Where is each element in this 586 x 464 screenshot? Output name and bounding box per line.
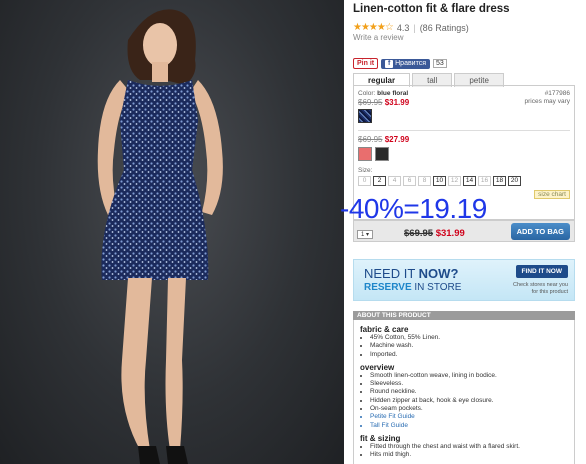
size-option-6[interactable]: 6 (403, 176, 416, 186)
rating-separator: | (413, 22, 416, 33)
color-swatches (358, 147, 570, 161)
rating-row: ★★★★☆ 4.3 | (86 Ratings) (353, 22, 469, 33)
promo-need-it: NEED IT NOW? (364, 266, 458, 281)
find-it-now-button[interactable]: FIND IT NOW (515, 265, 568, 278)
product-page: Linen-cotton fit & flare dress ★★★★☆ 4.3… (0, 0, 586, 464)
size-label: Size: (358, 167, 373, 174)
pinterest-button[interactable]: Pin it (353, 58, 379, 69)
fit-item: Fitted through the chest and waist with … (370, 443, 568, 451)
item-number: #177986 (544, 90, 570, 97)
about-section: fabric & care 45% Cotton, 55% Linen.Mach… (353, 320, 575, 464)
discount-overlay-text: -40%=19.19 (340, 193, 487, 224)
price-note: prices may vary (524, 98, 570, 105)
size-option-10[interactable]: 10 (433, 176, 446, 186)
size-option-0[interactable]: 0 (358, 176, 371, 186)
size-option-4[interactable]: 4 (388, 176, 401, 186)
add-to-bag-button[interactable]: ADD TO BAG (510, 223, 570, 240)
size-option-12[interactable]: 12 (448, 176, 461, 186)
color-label: Color: (358, 90, 376, 97)
star-rating-icon[interactable]: ★★★★☆ (353, 22, 394, 33)
size-options: 0 2 4 6 8 10 12 14 16 18 20 (358, 176, 570, 186)
check-stores-text: Check stores near you for this product (513, 282, 568, 296)
divider (358, 130, 570, 131)
overview-item: Round neckline. (370, 388, 568, 396)
fit-list: Fitted through the chest and waist with … (370, 443, 568, 460)
about-header: ABOUT THIS PRODUCT (353, 311, 575, 320)
color-value: blue floral (377, 90, 409, 97)
item-number-block: #177986 prices may vary (524, 90, 570, 106)
promo-reserve: RESERVE IN STORE (364, 282, 461, 293)
sale-price-2: $27.99 (384, 135, 410, 144)
fabric-title: fabric & care (360, 325, 409, 334)
rating-value: 4.3 (396, 22, 410, 33)
promo-need-text: NEED IT (364, 266, 419, 281)
cart-original-price: $69.95 (404, 228, 434, 239)
overview-list: Smooth linen-cotton weave, lining in bod… (370, 372, 568, 430)
fabric-item: Machine wash. (370, 342, 568, 350)
size-option-2[interactable]: 2 (373, 176, 386, 186)
size-option-8[interactable]: 8 (418, 176, 431, 186)
fit-guide-link[interactable]: Petite Fit Guide (370, 413, 568, 421)
size-chart-link[interactable]: size chart (534, 190, 570, 199)
share-row: Pin it f Нравится 53 (353, 58, 447, 69)
promo-in-store-text: IN STORE (411, 282, 462, 293)
facebook-icon: f (385, 59, 394, 68)
check-line-1: Check stores near you (512, 282, 568, 288)
model-illustration (97, 9, 223, 464)
fabric-list: 45% Cotton, 55% Linen.Machine wash.Impor… (370, 334, 568, 359)
product-info-panel: Linen-cotton fit & flare dress ★★★★☆ 4.3… (352, 0, 578, 464)
swatch-blue-floral[interactable] (358, 109, 372, 123)
facebook-like-label: Нравится (395, 60, 427, 67)
swatch-coral[interactable] (358, 147, 372, 161)
facebook-like-count: 53 (433, 59, 447, 68)
size-option-20[interactable]: 20 (508, 176, 521, 186)
write-review-link[interactable]: Write a review (353, 33, 404, 42)
ratings-count-link[interactable]: (86 Ratings) (420, 23, 469, 33)
size-option-16[interactable]: 16 (478, 176, 491, 186)
price-line-2: $69.95 $27.99 (358, 135, 570, 144)
original-price-2: $69.95 (358, 135, 383, 144)
overview-item: Smooth linen-cotton weave, lining in bod… (370, 372, 568, 380)
overview-title: overview (360, 362, 395, 372)
fit-title: fit & sizing (360, 433, 401, 443)
sale-price: $31.99 (384, 98, 410, 107)
product-photo[interactable] (0, 0, 344, 464)
fit-guide-link[interactable]: Tall Fit Guide (370, 422, 568, 430)
overview-item: Sleeveless. (370, 380, 568, 388)
fit-item: Hits mid thigh. (370, 451, 568, 459)
fabric-item: 45% Cotton, 55% Linen. (370, 334, 568, 342)
size-option-14[interactable]: 14 (463, 176, 476, 186)
size-option-18[interactable]: 18 (493, 176, 506, 186)
cart-sale-price: $31.99 (435, 228, 465, 239)
cart-price: $69.95 $31.99 (404, 228, 465, 239)
overview-item: Hidden zipper at back, hook & eye closur… (370, 397, 568, 405)
check-line-2: for this product (531, 289, 568, 295)
product-title: Linen-cotton fit & flare dress (353, 3, 510, 15)
original-price: $69.95 (358, 98, 383, 107)
facebook-like-button[interactable]: f Нравится (381, 58, 431, 69)
swatch-black[interactable] (375, 147, 389, 161)
promo-now-text: NOW? (418, 266, 459, 281)
quantity-select[interactable]: 1 ▾ (357, 230, 374, 239)
fabric-item: Imported. (370, 351, 568, 359)
promo-reserve-text: RESERVE (364, 282, 412, 293)
overview-item: On-seam pockets. (370, 405, 568, 413)
reserve-in-store-banner[interactable]: NEED IT NOW? RESERVE IN STORE FIND IT NO… (353, 259, 575, 301)
